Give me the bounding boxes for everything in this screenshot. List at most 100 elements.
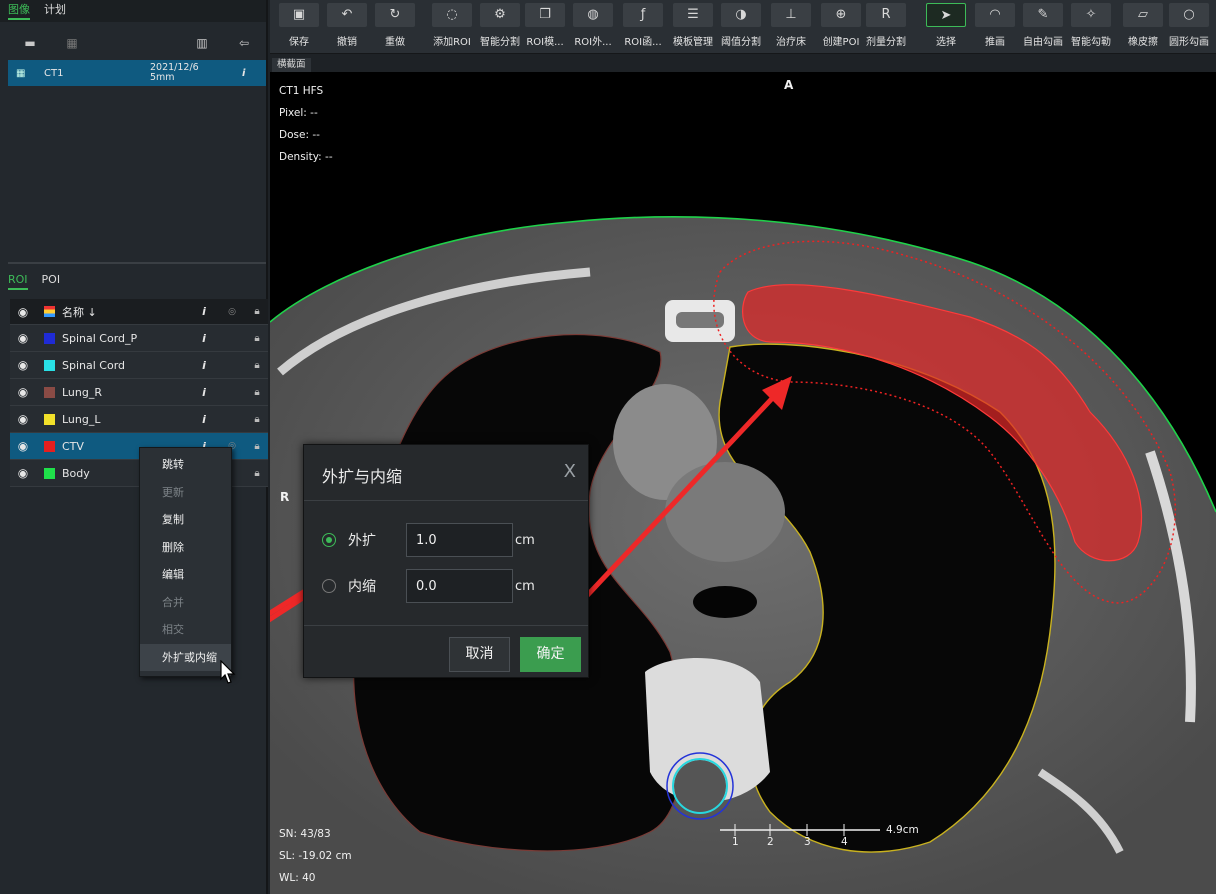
eraser-icon: ▱ (1123, 3, 1163, 27)
info-icon[interactable]: i (190, 413, 218, 426)
info-icon[interactable]: i (190, 332, 218, 345)
lock-icon[interactable]: 🔒︎ (246, 468, 268, 479)
context-menu-item[interactable]: 复制 (140, 506, 231, 534)
building-icon[interactable]: ▥ (194, 36, 210, 50)
visibility-all-icon[interactable]: ◉ (10, 305, 36, 319)
roi-expand-button[interactable]: ◍ ROI外... (568, 3, 618, 51)
roi-color[interactable] (36, 332, 62, 344)
shrink-input[interactable] (406, 569, 513, 603)
couch-button[interactable]: ⊥ 治疗床 (766, 3, 816, 51)
roi-row[interactable]: ◉ Spinal Cord i 🔒︎ (10, 352, 268, 379)
smart-outline-button[interactable]: ✧ 智能勾勒 (1066, 3, 1116, 51)
color-swatch (43, 332, 55, 344)
roi-color[interactable] (36, 359, 62, 371)
tab-roi[interactable]: ROI (8, 272, 28, 290)
circle-draw-button[interactable]: ○ 圆形勾画 (1164, 3, 1214, 51)
roi-color[interactable] (36, 440, 62, 452)
tab-plans[interactable]: 计划 (44, 2, 66, 20)
roi-row[interactable]: ◉ Lung_L i 🔒︎ (10, 406, 268, 433)
toolbar-label: 添加ROI (433, 37, 471, 48)
eye-icon[interactable]: ◉ (10, 439, 36, 453)
eye-icon[interactable]: ◉ (10, 385, 36, 399)
create-poi-icon: ⊕ (821, 3, 861, 27)
save-button[interactable]: ▣ 保存 (274, 3, 324, 51)
add-roi-button[interactable]: ◌ 添加ROI (427, 3, 477, 51)
freehand-icon: ✎ (1023, 3, 1063, 27)
push-draw-button[interactable]: ◠ 推画 (970, 3, 1020, 51)
context-menu-item: 更新 (162, 485, 184, 499)
freehand-button[interactable]: ✎ 自由勾画 (1018, 3, 1068, 51)
redo-button[interactable]: ↻ 重做 (370, 3, 420, 51)
grid-icon[interactable]: ▦ (64, 36, 80, 50)
expand-unit: cm (515, 532, 535, 548)
threshold-icon: ◑ (721, 3, 761, 27)
roi-color[interactable] (36, 386, 62, 398)
folder-open-icon[interactable]: ▬ (22, 36, 38, 50)
dose-segment-button[interactable]: R 剂量分割 (861, 3, 911, 51)
mouse-cursor-icon (220, 660, 236, 684)
lock-icon[interactable]: 🔒︎ (246, 333, 268, 344)
dose-segment-icon: R (866, 3, 906, 27)
roi-color[interactable] (36, 413, 62, 425)
eye-icon[interactable]: ◉ (10, 331, 36, 345)
close-icon[interactable]: X (564, 461, 576, 482)
series-thickness: 5mm (150, 72, 175, 83)
roi-template-button[interactable]: ❐ ROI模... (520, 3, 570, 51)
series-name: CT1 (44, 67, 64, 79)
toolbar-label: 阈值分割 (721, 37, 761, 48)
roi-function-button[interactable]: ƒ ROI函... (618, 3, 668, 51)
smart-segment-button[interactable]: ⚙ 智能分割 (475, 3, 525, 51)
expand-row: 外扩 cm (322, 523, 535, 557)
roi-row[interactable]: ◉ Spinal Cord_P i 🔒︎ (10, 325, 268, 352)
context-menu-item[interactable]: 跳转 (140, 451, 231, 479)
eye-icon[interactable]: ◉ (10, 358, 36, 372)
expand-radio[interactable] (322, 533, 336, 547)
tab-images[interactable]: 图像 (8, 2, 30, 20)
toolbar-label: 撤销 (337, 37, 357, 48)
smart-segment-icon: ⚙ (480, 3, 520, 27)
context-menu-item[interactable]: 外扩或内缩 (140, 643, 231, 671)
tab-axial-view[interactable]: 横截面 (272, 58, 311, 72)
toolbar-label: 保存 (289, 37, 309, 48)
name-column-header[interactable]: 名称 ↓ (62, 304, 190, 320)
series-info-icon[interactable]: i (242, 68, 245, 79)
couch-icon: ⊥ (771, 3, 811, 27)
lock-icon[interactable]: 🔒︎ (246, 387, 268, 398)
lock-icon[interactable]: 🔒︎ (246, 414, 268, 425)
expand-input[interactable] (406, 523, 513, 557)
threshold-button[interactable]: ◑ 阈值分割 (716, 3, 766, 51)
image-series-row[interactable]: ▦ CT1 2021/12/6 5mm i (8, 60, 266, 86)
undo-button[interactable]: ↶ 撤销 (322, 3, 372, 51)
eye-icon[interactable]: ◉ (10, 412, 36, 426)
eraser-button[interactable]: ▱ 橡皮擦 (1118, 3, 1168, 51)
roi-context-menu: 跳转 更新 复制 删除 编辑 合并 相交 外扩或内缩 (139, 447, 232, 677)
scale-tick-1: 1 (732, 836, 739, 848)
roi-row[interactable]: ◉ Lung_R i 🔒︎ (10, 379, 268, 406)
info-icon[interactable]: i (190, 359, 218, 372)
roi-table-header: ◉ 名称 ↓ i ◎ 🔒︎ (10, 299, 268, 325)
select-arrow-button[interactable]: ➤ 选择 (921, 3, 971, 51)
series-date: 2021/12/6 5mm (150, 63, 240, 83)
import-icon[interactable]: ⇦ (236, 36, 252, 50)
left-tabs: 图像 计划 (0, 0, 266, 22)
toolbar-label: 橡皮擦 (1128, 37, 1158, 48)
create-poi-button[interactable]: ⊕ 创建POI (816, 3, 866, 51)
context-menu-item[interactable]: 编辑 (140, 561, 231, 589)
image-toolbar: ▬ ▦ ▥ ⇦ (0, 32, 266, 58)
context-menu-item[interactable]: 删除 (140, 534, 231, 562)
ok-button[interactable]: 确定 (520, 637, 581, 672)
shrink-radio[interactable] (322, 579, 336, 593)
color-swatch (43, 386, 55, 398)
eye-icon[interactable]: ◉ (10, 466, 36, 480)
info-icon[interactable]: i (190, 386, 218, 399)
roi-color[interactable] (36, 467, 62, 479)
toolbar-label: 推画 (985, 37, 1005, 48)
toolbar-label: 选择 (936, 37, 956, 48)
lock-icon[interactable]: 🔒︎ (246, 441, 268, 452)
tab-poi[interactable]: POI (42, 272, 61, 290)
template-manage-button[interactable]: ☰ 模板管理 (668, 3, 718, 51)
lock-icon[interactable]: 🔒︎ (246, 360, 268, 371)
cancel-button[interactable]: 取消 (449, 637, 510, 672)
overlay-pixel: Pixel: -- (279, 107, 318, 119)
dialog-header: 外扩与内缩 X (304, 445, 588, 501)
